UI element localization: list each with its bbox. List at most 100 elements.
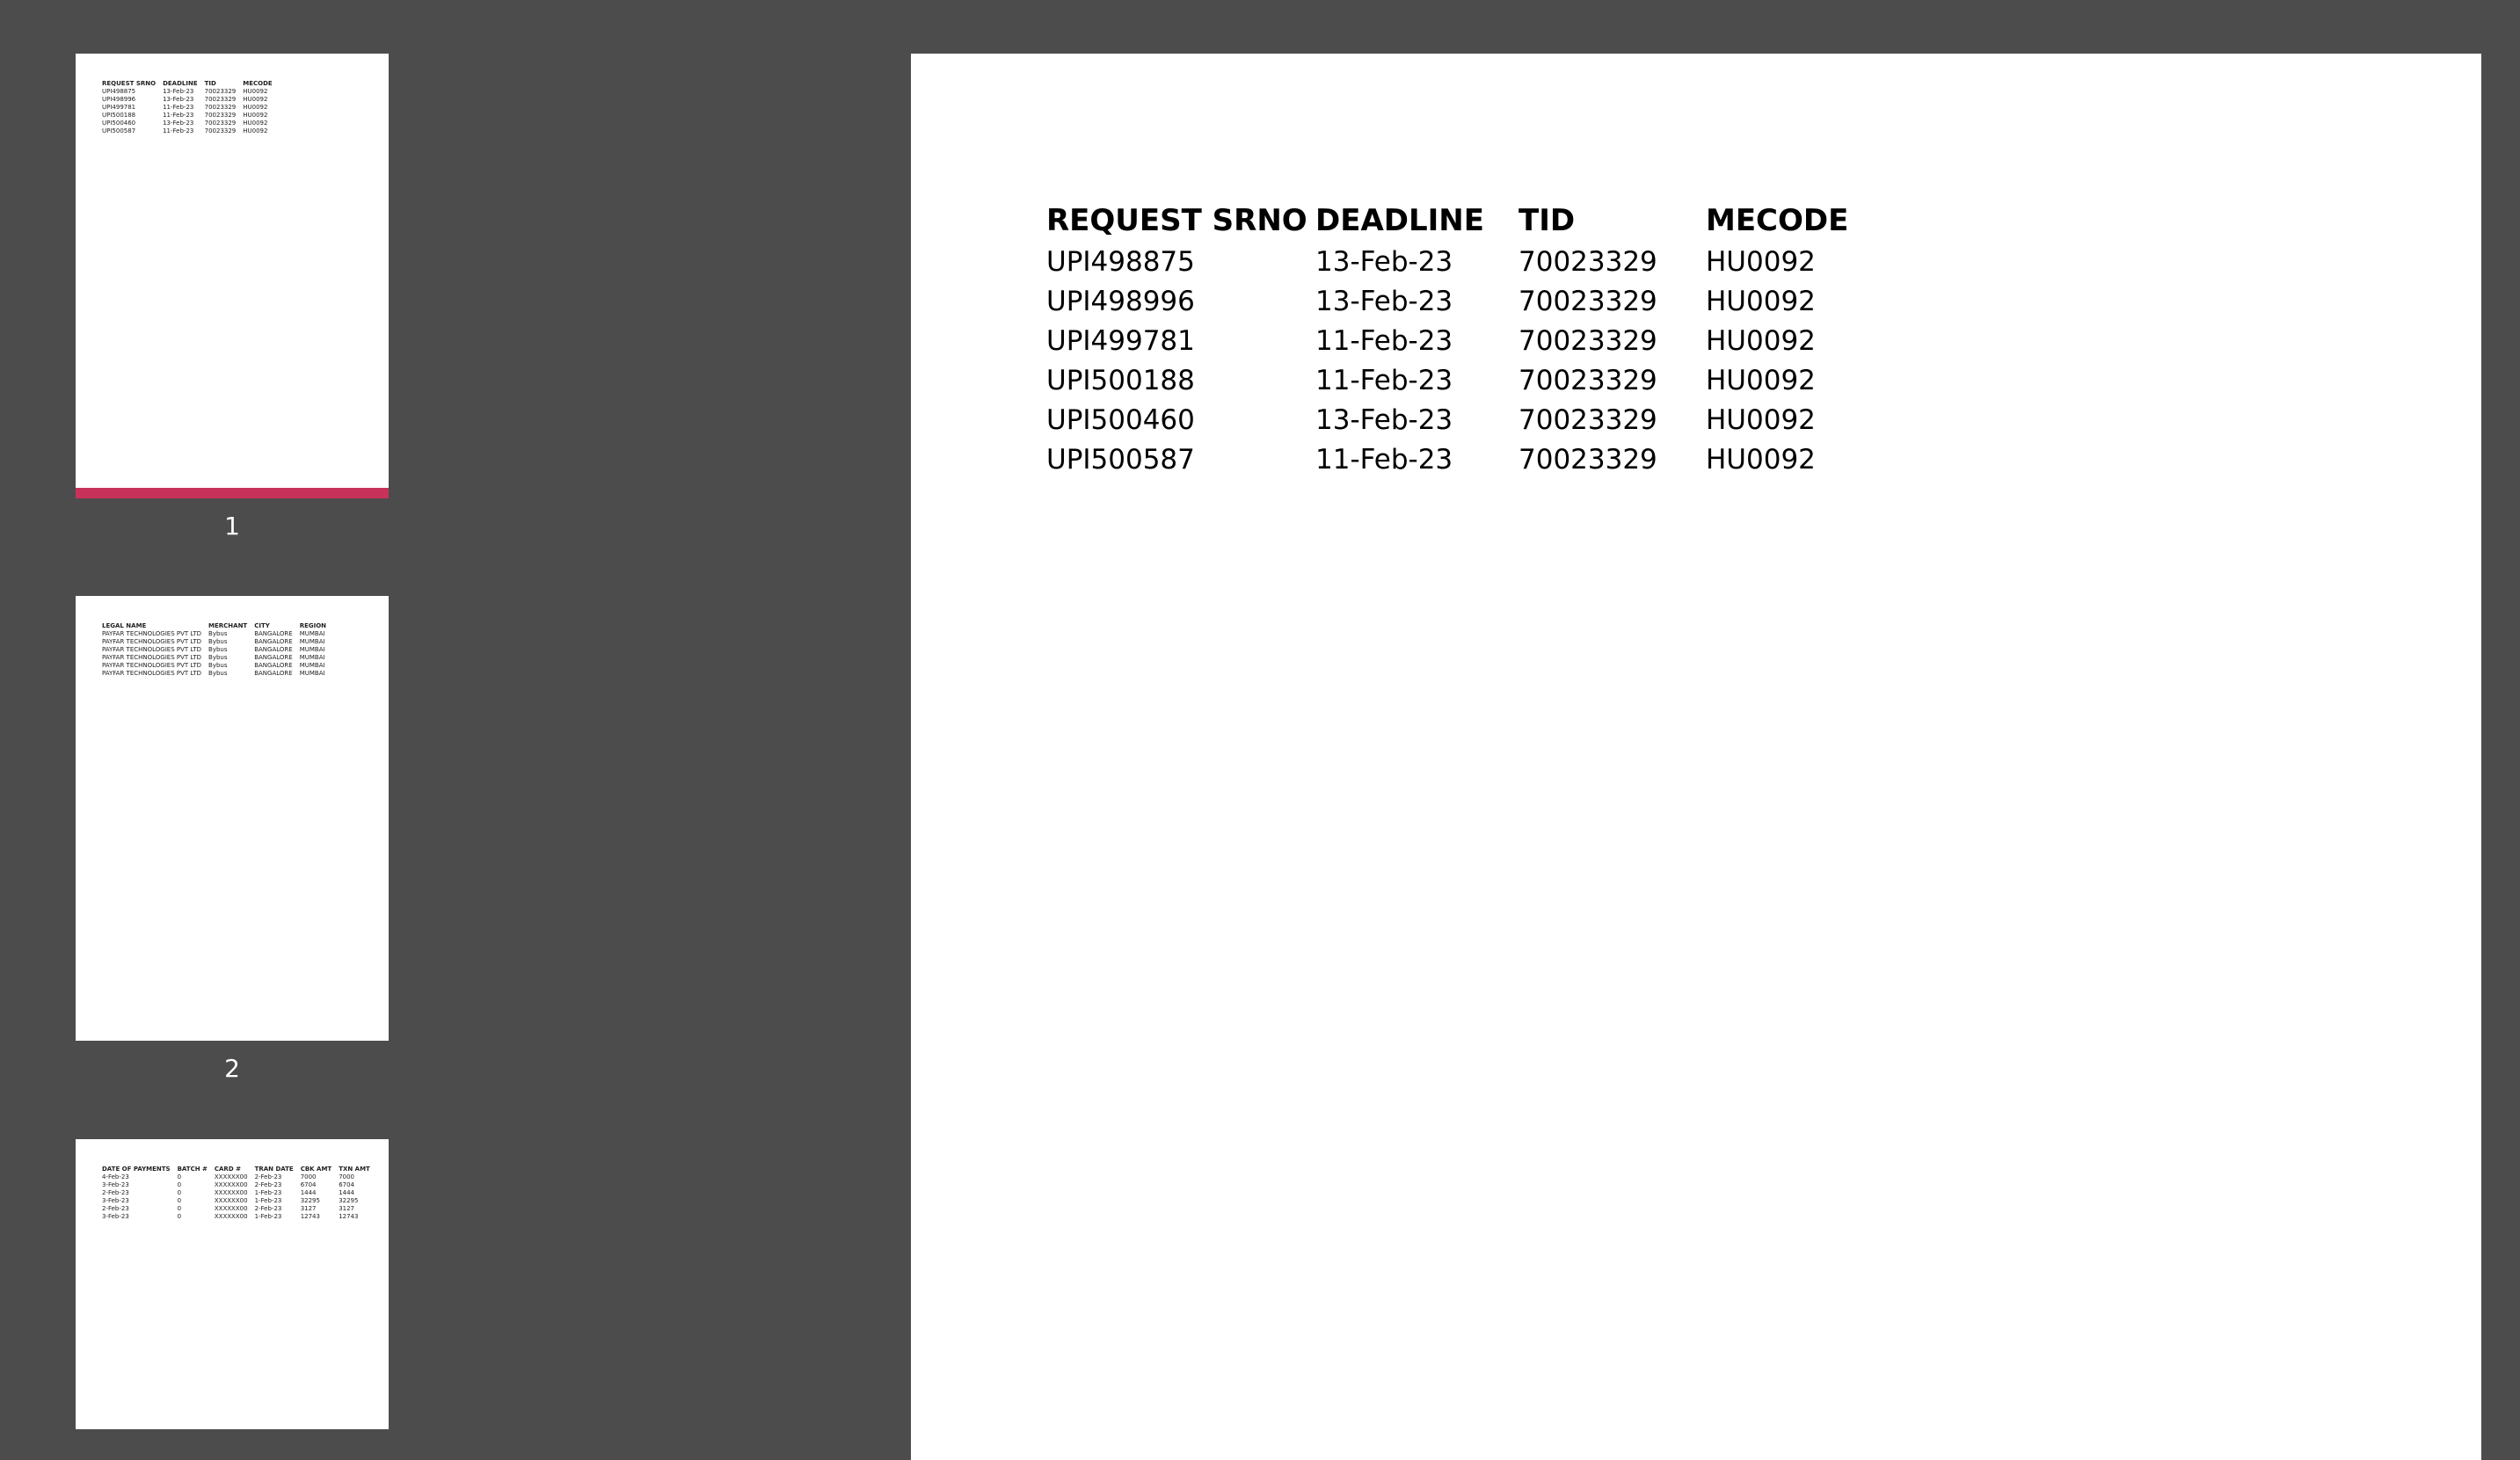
- thumb-cell: REGION: [299, 622, 327, 629]
- table-row: UPI500460 13-Feb-23 70023329 HU0092: [1046, 396, 1882, 436]
- column-header-mecode: MECODE: [1706, 203, 1849, 238]
- thumb-cell: HU0092: [243, 112, 268, 119]
- column-header-tid: TID: [1519, 203, 1576, 238]
- thumb-cell: PAYFAR TECHNOLOGIES PVT LTD: [102, 662, 202, 669]
- thumb-cell: 12743: [339, 1213, 359, 1220]
- thumb-cell: 6704: [339, 1181, 355, 1188]
- thumb-cell: HU0092: [243, 120, 268, 127]
- thumb-cell: 70023329: [204, 96, 237, 103]
- table-header-row: REQUEST SRNO DEADLINE TID MECODE: [1046, 196, 1882, 238]
- thumb-cell: PAYFAR TECHNOLOGIES PVT LTD: [102, 670, 202, 677]
- thumb-cell: TXN AMT: [339, 1166, 370, 1173]
- thumb-cell: MUMBAI: [299, 630, 325, 637]
- thumb-cell: 1-Feb-23: [254, 1189, 282, 1196]
- mecode-cell: HU0092: [1706, 325, 1816, 357]
- thumb-cell: 32295: [339, 1197, 359, 1204]
- thumb-cell: 0: [177, 1173, 182, 1180]
- thumb-cell: XXXXXX00: [214, 1181, 248, 1188]
- thumb-cell: Bybus: [208, 670, 228, 677]
- thumb-cell: XXXXXX00: [214, 1173, 248, 1180]
- request-srno-cell: UPI500188: [1046, 365, 1195, 396]
- page-thumbnail-2[interactable]: LEGAL NAME MERCHANT CITY REGION PAYFAR T…: [76, 596, 389, 1041]
- thumb-cell: DEADLINE: [163, 80, 198, 87]
- tid-cell: 70023329: [1519, 444, 1657, 476]
- thumb-cell: 11-Feb-23: [163, 104, 194, 111]
- thumbnail-2-preview: LEGAL NAME MERCHANT CITY REGION PAYFAR T…: [102, 622, 333, 678]
- thumb-cell: 13-Feb-23: [163, 120, 194, 127]
- tid-cell: 70023329: [1519, 246, 1657, 278]
- deadline-cell: 13-Feb-23: [1315, 404, 1453, 436]
- column-header-request-srno: REQUEST SRNO: [1046, 203, 1307, 238]
- thumb-cell: 7000: [300, 1173, 317, 1180]
- mecode-cell: HU0092: [1706, 246, 1816, 278]
- mecode-cell: HU0092: [1706, 404, 1816, 436]
- thumb-cell: TRAN DATE: [254, 1166, 294, 1173]
- thumb-cell: BATCH #: [177, 1166, 208, 1173]
- thumb-cell: 2-Feb-23: [254, 1181, 282, 1188]
- thumb-cell: 2-Feb-23: [102, 1189, 129, 1196]
- thumbnail-1-preview: REQUEST SRNO DEADLINE TID MECODE UPI4988…: [102, 80, 280, 135]
- table-row: UPI498875 13-Feb-23 70023329 HU0092: [1046, 238, 1882, 278]
- thumb-cell: 13-Feb-23: [163, 88, 194, 95]
- thumb-cell: 0: [177, 1189, 182, 1196]
- thumb-cell: MUMBAI: [299, 662, 325, 669]
- thumb-cell: 1444: [300, 1189, 317, 1196]
- page-number-1: 1: [224, 512, 240, 541]
- thumb-cell: MUMBAI: [299, 654, 325, 661]
- thumb-cell: 3-Feb-23: [102, 1181, 129, 1188]
- thumb-cell: 2-Feb-23: [254, 1205, 282, 1212]
- thumb-cell: 3127: [339, 1205, 355, 1212]
- deadline-cell: 13-Feb-23: [1315, 246, 1453, 278]
- table-row: UPI500188 11-Feb-23 70023329 HU0092: [1046, 357, 1882, 396]
- thumb-cell: Bybus: [208, 646, 228, 653]
- tid-cell: 70023329: [1519, 325, 1657, 357]
- mecode-cell: HU0092: [1706, 286, 1816, 317]
- thumb-cell: BANGALORE: [254, 630, 293, 637]
- page-thumbnail-1[interactable]: REQUEST SRNO DEADLINE TID MECODE UPI4988…: [76, 54, 389, 498]
- thumb-cell: 6704: [300, 1181, 317, 1188]
- thumb-cell: 11-Feb-23: [163, 112, 194, 119]
- tid-cell: 70023329: [1519, 404, 1657, 436]
- thumb-cell: Bybus: [208, 630, 228, 637]
- table-row: UPI498996 13-Feb-23 70023329 HU0092: [1046, 278, 1882, 317]
- thumb-cell: UPI500587: [102, 127, 136, 134]
- thumb-cell: HU0092: [243, 104, 268, 111]
- thumb-cell: UPI498996: [102, 96, 136, 103]
- thumb-cell: BANGALORE: [254, 654, 293, 661]
- thumb-cell: UPI499781: [102, 104, 136, 111]
- table-row: UPI499781 11-Feb-23 70023329 HU0092: [1046, 317, 1882, 357]
- thumbnail-2-table: LEGAL NAME MERCHANT CITY REGION PAYFAR T…: [102, 622, 333, 678]
- thumb-cell: DATE OF PAYMENTS: [102, 1166, 171, 1173]
- thumb-cell: MECODE: [243, 80, 273, 87]
- thumb-cell: 11-Feb-23: [163, 127, 194, 134]
- thumb-cell: 0: [177, 1181, 182, 1188]
- thumb-cell: UPI500460: [102, 120, 136, 127]
- thumbnail-3-preview: DATE OF PAYMENTS BATCH # CARD # TRAN DAT…: [102, 1166, 377, 1221]
- thumb-cell: 0: [177, 1213, 182, 1220]
- thumb-cell: 70023329: [204, 88, 237, 95]
- tid-cell: 70023329: [1519, 286, 1657, 317]
- table-row: UPI500587 11-Feb-23 70023329 HU0092: [1046, 436, 1882, 476]
- deadline-cell: 11-Feb-23: [1315, 325, 1453, 357]
- page-thumbnail-3[interactable]: DATE OF PAYMENTS BATCH # CARD # TRAN DAT…: [76, 1139, 389, 1429]
- thumb-cell: 2-Feb-23: [254, 1173, 282, 1180]
- thumb-cell: REQUEST SRNO: [102, 80, 157, 87]
- column-header-deadline: DEADLINE: [1315, 203, 1484, 238]
- thumb-cell: MERCHANT: [208, 622, 248, 629]
- thumb-cell: 13-Feb-23: [163, 96, 194, 103]
- thumb-cell: BANGALORE: [254, 670, 293, 677]
- thumb-cell: HU0092: [243, 96, 268, 103]
- thumb-cell: XXXXXX00: [214, 1213, 248, 1220]
- thumb-cell: XXXXXX00: [214, 1197, 248, 1204]
- thumb-cell: LEGAL NAME: [102, 622, 147, 629]
- thumb-cell: BANGALORE: [254, 638, 293, 645]
- thumb-cell: 0: [177, 1197, 182, 1204]
- thumb-cell: BANGALORE: [254, 662, 293, 669]
- thumb-cell: CITY: [254, 622, 270, 629]
- thumb-cell: MUMBAI: [299, 670, 325, 677]
- thumb-cell: XXXXXX00: [214, 1189, 248, 1196]
- thumb-cell: CARD #: [214, 1166, 241, 1173]
- thumb-cell: HU0092: [243, 127, 268, 134]
- thumb-cell: PAYFAR TECHNOLOGIES PVT LTD: [102, 646, 202, 653]
- request-srno-cell: UPI498996: [1046, 286, 1195, 317]
